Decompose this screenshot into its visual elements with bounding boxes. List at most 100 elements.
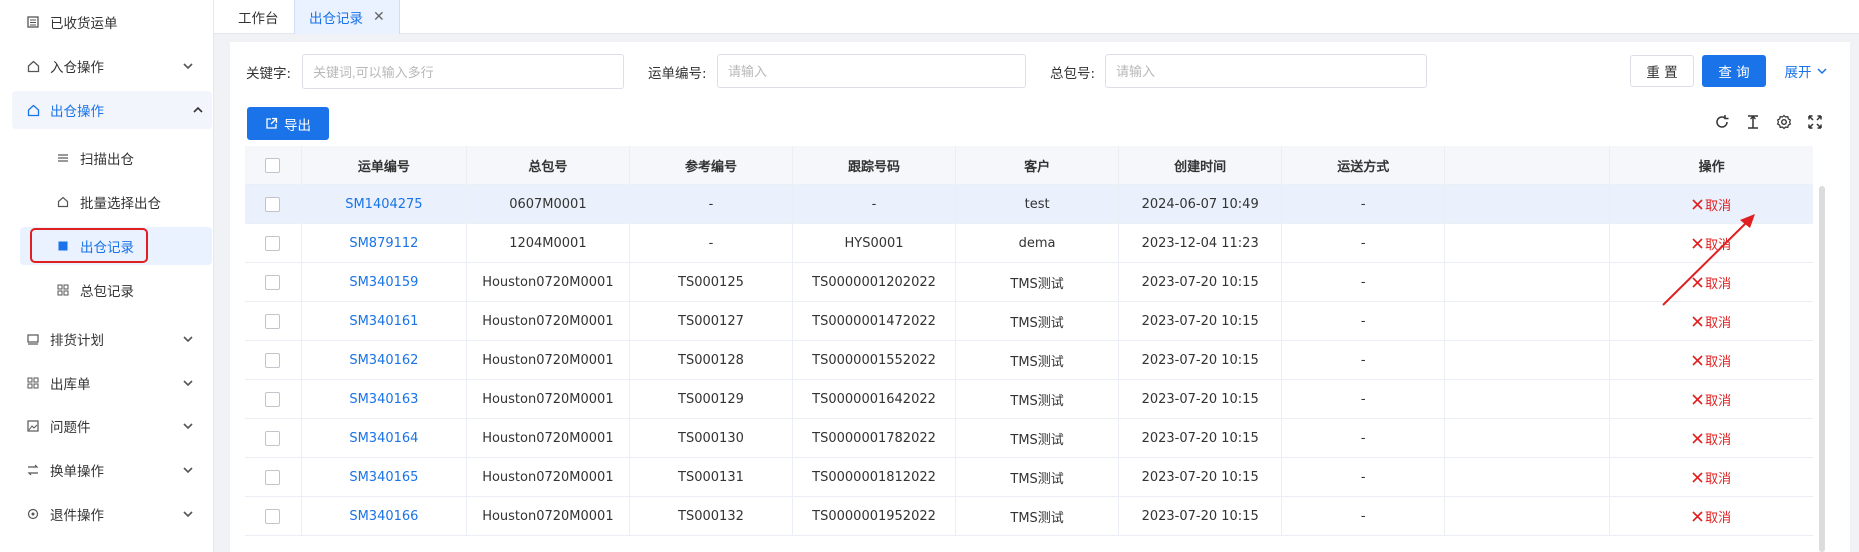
- sidebar-item-warehouse-in[interactable]: 入仓操作: [0, 47, 214, 85]
- row-checkbox[interactable]: [265, 235, 281, 251]
- cell-created: 2023-12-04 11:23: [1119, 224, 1283, 262]
- waybill-link[interactable]: SM340165: [349, 470, 418, 485]
- cell-created-text: 2023-07-20 10:15: [1141, 352, 1259, 368]
- cell-shipping: -: [1282, 419, 1446, 457]
- export-button[interactable]: 导出: [247, 107, 329, 140]
- table-row[interactable]: SM340159 Houston0720M0001 TS000125 TS000000…: [245, 263, 1813, 302]
- row-checkbox[interactable]: [265, 352, 281, 368]
- waybill-input[interactable]: [717, 54, 1026, 88]
- sidebar-item-return[interactable]: 退件操作: [0, 495, 214, 533]
- row-checkbox[interactable]: [265, 430, 281, 446]
- export-icon: [266, 117, 278, 129]
- cell-customer: TMS测试: [956, 458, 1120, 496]
- sidebar-item-batch-out[interactable]: 批量选择出仓: [0, 183, 214, 221]
- tabs-bar: 工作台 出仓记录 ✕: [214, 0, 1859, 34]
- cancel-button[interactable]: 取消: [1692, 234, 1731, 253]
- header-tracking: 跟踪号码: [793, 146, 957, 184]
- sidebar-item-warehouse-out[interactable]: 出仓操作: [12, 91, 212, 129]
- chevron-down-icon: [183, 467, 193, 474]
- cancel-button[interactable]: 取消: [1692, 507, 1731, 526]
- row-checkbox[interactable]: [265, 508, 281, 524]
- sidebar-item-outbound-order[interactable]: 出库单: [0, 364, 214, 402]
- settings-icon[interactable]: [1775, 113, 1793, 131]
- row-checkbox[interactable]: [265, 391, 281, 407]
- sidebar-item-problem[interactable]: 问题件: [0, 407, 214, 445]
- export-label: 导出: [284, 117, 311, 134]
- cell-customer-text: TMS测试: [1010, 510, 1064, 526]
- sidebar-item-received-waybills[interactable]: 已收货运单: [0, 3, 214, 41]
- cell-actions: 取消: [1610, 458, 1813, 496]
- table-row[interactable]: SM340166 Houston0720M0001 TS000132 TS000000…: [245, 497, 1813, 536]
- waybill-link[interactable]: SM340162: [349, 353, 418, 368]
- cancel-button[interactable]: 取消: [1692, 195, 1731, 214]
- cell-tracking: TS0000001472022: [793, 302, 957, 340]
- cancel-button[interactable]: 取消: [1692, 273, 1731, 292]
- reset-button[interactable]: 重 置: [1630, 55, 1694, 87]
- row-checkbox-cell: [245, 380, 302, 418]
- row-checkbox[interactable]: [265, 469, 281, 485]
- waybill-link[interactable]: SM340163: [349, 392, 418, 407]
- waybill-link[interactable]: SM879112: [349, 236, 418, 251]
- cell-blank: [1445, 419, 1611, 457]
- sidebar-item-package-record[interactable]: 总包记录: [0, 271, 214, 309]
- cell-waybill: SM340159: [302, 263, 467, 301]
- table-row[interactable]: SM340163 Houston0720M0001 TS000129 TS000000…: [245, 380, 1813, 419]
- sidebar-item-exchange[interactable]: 换单操作: [0, 451, 214, 489]
- keyword-input[interactable]: [302, 54, 624, 89]
- cell-package: Houston0720M0001: [467, 419, 630, 457]
- cell-created-text: 2023-07-20 10:15: [1141, 313, 1259, 329]
- cancel-button[interactable]: 取消: [1692, 429, 1731, 448]
- waybill-link[interactable]: SM340164: [349, 431, 418, 446]
- waybill-link[interactable]: SM340166: [349, 509, 418, 524]
- cancel-button[interactable]: 取消: [1692, 351, 1731, 370]
- waybill-link[interactable]: SM340161: [349, 314, 418, 329]
- cell-shipping-text: -: [1360, 391, 1366, 407]
- table-scrollbar[interactable]: [1819, 186, 1825, 552]
- sidebar-item-out-record[interactable]: 出仓记录: [20, 227, 212, 265]
- sidebar-item-dispatch-plan[interactable]: 排货计划: [0, 320, 214, 358]
- table-row[interactable]: SM340161 Houston0720M0001 TS000127 TS000000…: [245, 302, 1813, 341]
- table-row[interactable]: SM340165 Houston0720M0001 TS000131 TS000000…: [245, 458, 1813, 497]
- tab-workbench[interactable]: 工作台: [224, 0, 293, 34]
- close-icon[interactable]: ✕: [373, 9, 385, 25]
- row-checkbox[interactable]: [265, 274, 281, 290]
- row-checkbox[interactable]: [265, 313, 281, 329]
- cell-actions: 取消: [1610, 185, 1813, 223]
- cell-created: 2024-06-07 10:49: [1119, 185, 1283, 223]
- sidebar-item-scan-out[interactable]: 扫描出仓: [0, 139, 214, 177]
- package-input[interactable]: [1105, 54, 1427, 88]
- table-row[interactable]: SM340164 Houston0720M0001 TS000130 TS000000…: [245, 419, 1813, 458]
- search-button[interactable]: 查 询: [1702, 55, 1766, 87]
- cancel-button[interactable]: 取消: [1692, 312, 1731, 331]
- waybill-link[interactable]: SM340159: [349, 275, 418, 290]
- cell-ref: -: [630, 224, 793, 262]
- row-checkbox-cell: [245, 419, 302, 457]
- sidebar-item-label: 退件操作: [50, 508, 104, 524]
- cell-customer: TMS测试: [956, 263, 1120, 301]
- cell-customer-text: TMS测试: [1010, 315, 1064, 331]
- chevron-down-icon: [183, 423, 193, 430]
- row-checkbox[interactable]: [265, 196, 281, 212]
- row-checkbox-cell: [245, 185, 302, 223]
- table-row[interactable]: SM879112 1204M0001 - HYS0001 dema 2023-12-04 …: [245, 224, 1813, 263]
- cancel-button[interactable]: 取消: [1692, 390, 1731, 409]
- cell-package-text: 1204M0001: [509, 235, 587, 251]
- table-row[interactable]: SM340162 Houston0720M0001 TS000128 TS000000…: [245, 341, 1813, 380]
- header-created: 创建时间: [1119, 146, 1283, 184]
- table-row[interactable]: SM1404275 0607M0001 - - test 2024-06-07 10:49…: [245, 185, 1813, 224]
- refresh-icon[interactable]: [1713, 113, 1731, 131]
- header-package: 总包号: [467, 146, 630, 184]
- cell-created: 2023-07-20 10:15: [1119, 302, 1283, 340]
- header-shipping: 运送方式: [1282, 146, 1446, 184]
- tab-label: 出仓记录: [309, 11, 363, 27]
- cell-package-text: Houston0720M0001: [482, 469, 614, 485]
- waybill-link[interactable]: SM1404275: [345, 197, 422, 212]
- cancel-button[interactable]: 取消: [1692, 468, 1731, 487]
- expand-button[interactable]: 展开: [1778, 55, 1834, 87]
- cell-blank: [1445, 224, 1611, 262]
- column-height-icon[interactable]: [1744, 113, 1762, 131]
- tab-out-record[interactable]: 出仓记录 ✕: [294, 0, 400, 34]
- chevron-down-icon: [1816, 68, 1827, 75]
- fullscreen-icon[interactable]: [1806, 113, 1824, 131]
- select-all-checkbox[interactable]: [265, 157, 281, 173]
